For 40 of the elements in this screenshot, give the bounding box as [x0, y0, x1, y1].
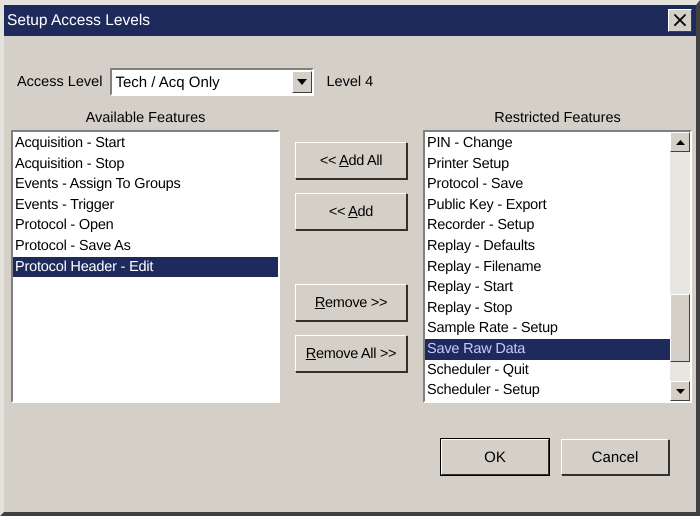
transfer-button[interactable]: << Add — [295, 193, 407, 230]
list-item[interactable]: Events - Trigger — [13, 194, 278, 216]
access-level-dropdown[interactable]: Tech / Acq Only — [110, 68, 314, 96]
transfer-button[interactable]: Remove All >> — [295, 335, 407, 372]
list-item[interactable]: Acquisition - Start — [13, 133, 278, 154]
list-item[interactable]: Sample Rate - Setup — [425, 318, 670, 339]
scrollbar[interactable] — [670, 132, 690, 401]
up-arrow-icon — [676, 140, 684, 144]
scroll-up-button[interactable] — [670, 132, 690, 152]
list-heading: Restricted Features — [494, 110, 621, 128]
list-item[interactable]: Printer Setup — [425, 154, 670, 174]
transfer-button[interactable]: Remove >> — [295, 284, 407, 321]
down-arrow-icon — [676, 388, 684, 394]
level-text: Level 4 — [326, 74, 374, 90]
list-item[interactable]: Acquisition - Stop — [13, 154, 278, 174]
scroll-thumb[interactable] — [670, 294, 690, 362]
list-item[interactable]: Replay - Stop — [425, 298, 670, 318]
list-item[interactable]: Protocol Header - Edit — [13, 256, 278, 278]
list-item[interactable]: Replay - Start — [425, 277, 670, 298]
list-item[interactable]: Recorder - Setup — [425, 215, 670, 236]
transfer-button[interactable]: << Add All — [295, 142, 407, 179]
list-item[interactable]: Scheduler - Quit — [425, 360, 670, 380]
list-item[interactable]: PIN - Change — [425, 133, 670, 154]
dropdown-arrow-icon — [297, 79, 308, 85]
list-item[interactable]: Replay - Defaults — [425, 236, 670, 257]
list-item[interactable]: Events - Assign To Groups — [13, 174, 278, 195]
scroll-down-button[interactable] — [670, 381, 690, 401]
list-item[interactable]: Protocol - Open — [13, 215, 278, 236]
dialog-button[interactable]: Cancel — [561, 439, 669, 475]
list-item[interactable]: Save Raw Data — [425, 338, 670, 360]
window-title: Setup Access Levels — [7, 12, 150, 30]
close-button[interactable]: × — [668, 9, 692, 32]
list-item[interactable]: Replay - Filename — [425, 256, 670, 278]
list-item[interactable]: Protocol - Save — [425, 174, 670, 195]
list-item[interactable]: Protocol - Save As — [13, 236, 278, 257]
list-item[interactable]: Public Key - Export — [425, 194, 670, 216]
list-heading: Available Features — [86, 110, 206, 128]
field-label: Access Level — [17, 74, 102, 90]
dialog-button[interactable]: OK — [441, 439, 549, 475]
list-item[interactable]: Scheduler - Setup — [425, 380, 670, 401]
